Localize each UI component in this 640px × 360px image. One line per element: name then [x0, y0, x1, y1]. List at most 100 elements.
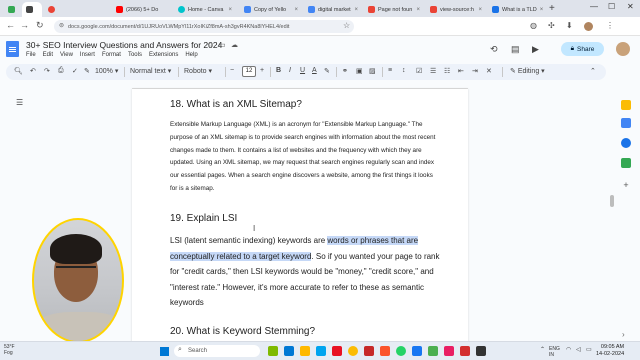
browser-tab[interactable]: Page not foun ×: [364, 2, 424, 17]
menu-extensions[interactable]: Extensions: [149, 52, 178, 58]
extension-icon[interactable]: ◍: [530, 21, 537, 30]
keep-icon[interactable]: [621, 100, 631, 110]
site-info-icon[interactable]: ⊜: [59, 22, 64, 29]
zoom-select[interactable]: 100% ▾: [95, 67, 118, 75]
close-tab-icon[interactable]: ×: [294, 7, 298, 13]
redo-icon[interactable]: ↷: [44, 67, 50, 75]
add-comment-icon[interactable]: ▣: [356, 67, 363, 75]
close-tab-icon[interactable]: ×: [228, 7, 232, 13]
file-explorer-icon[interactable]: [300, 346, 310, 356]
browser-tab[interactable]: digital market ×: [304, 2, 362, 17]
browser-tab[interactable]: What is a TLD ×: [488, 2, 546, 17]
font-size-input[interactable]: 12: [242, 66, 256, 77]
menu-format[interactable]: Format: [102, 52, 121, 58]
paint-format-icon[interactable]: ✎: [84, 67, 90, 75]
language-indicator[interactable]: ENG IN: [549, 346, 560, 358]
contacts-icon[interactable]: [621, 138, 631, 148]
taskbar-app-icon[interactable]: [284, 346, 294, 356]
menu-help[interactable]: Help: [185, 52, 197, 58]
brave-icon[interactable]: [380, 346, 390, 356]
editing-mode-select[interactable]: ✎ Editing ▾: [510, 67, 545, 75]
insert-image-icon[interactable]: ▨: [369, 67, 376, 75]
taskbar-app-icon[interactable]: [332, 346, 342, 356]
browser-tab[interactable]: Copy of Yello ×: [240, 2, 302, 17]
whatsapp-icon[interactable]: [396, 346, 406, 356]
increase-indent-icon[interactable]: ⇥: [472, 67, 478, 75]
google-docs-logo-icon[interactable]: [6, 41, 19, 57]
chrome-icon[interactable]: [348, 346, 358, 356]
weather-widget[interactable]: 53°F Fog: [4, 344, 15, 356]
print-icon[interactable]: ⎙: [58, 67, 64, 75]
decrease-indent-icon[interactable]: ⇤: [458, 67, 464, 75]
taskbar-search[interactable]: ⌕ Search: [174, 345, 260, 357]
italic-icon[interactable]: I: [289, 67, 291, 74]
browser-tab[interactable]: (2066) 5+ Do: [112, 2, 168, 17]
bold-icon[interactable]: B: [276, 67, 281, 74]
tasks-icon[interactable]: [621, 118, 631, 128]
numbered-list-icon[interactable]: ☷: [444, 67, 450, 75]
volume-icon[interactable]: ◁: [576, 346, 581, 353]
font-select[interactable]: Roboto ▾: [184, 67, 212, 75]
taskbar-app-icon[interactable]: [444, 346, 454, 356]
forward-icon[interactable]: →: [20, 20, 29, 30]
undo-icon[interactable]: ↶: [30, 67, 36, 75]
close-tab-icon[interactable]: ×: [478, 7, 482, 13]
close-tab-icon[interactable]: ×: [416, 7, 420, 13]
menu-file[interactable]: File: [26, 52, 36, 58]
line-spacing-icon[interactable]: ↕: [402, 67, 406, 74]
edge-icon[interactable]: [316, 346, 326, 356]
align-icon[interactable]: ≡: [388, 67, 392, 74]
address-bar[interactable]: ⊜ docs.google.com/document/d/1UJRUoVLWMp…: [54, 20, 354, 33]
decrease-font-icon[interactable]: −: [230, 67, 234, 74]
taskbar-app-icon[interactable]: [476, 346, 486, 356]
clear-formatting-icon[interactable]: ✕: [486, 67, 492, 75]
hide-menus-icon[interactable]: ⌃: [590, 67, 596, 75]
bookmark-star-icon[interactable]: ☆: [343, 21, 350, 30]
wifi-icon[interactable]: ◠: [566, 346, 571, 353]
comments-icon[interactable]: ▤: [511, 44, 520, 55]
cloud-saved-icon[interactable]: ☁: [231, 41, 238, 49]
back-icon[interactable]: ←: [6, 20, 15, 30]
browser-tab[interactable]: Home - Canva ×: [174, 2, 236, 17]
add-on-plus-icon[interactable]: +: [621, 180, 631, 190]
menu-view[interactable]: View: [60, 52, 73, 58]
show-side-panel-icon[interactable]: ›: [622, 330, 625, 339]
taskbar-app-icon[interactable]: [364, 346, 374, 356]
profile-avatar[interactable]: [584, 22, 593, 31]
scrollbar[interactable]: [610, 195, 614, 207]
system-clock[interactable]: 09:05 AM 14-02-2024: [596, 344, 624, 358]
style-select[interactable]: Normal text ▾: [130, 67, 171, 75]
underline-icon[interactable]: U: [300, 67, 305, 74]
close-tab-icon[interactable]: ×: [540, 7, 544, 13]
bulleted-list-icon[interactable]: ☰: [430, 67, 436, 75]
maps-icon[interactable]: [621, 158, 631, 168]
battery-icon[interactable]: ▭: [586, 346, 592, 353]
document-title[interactable]: 30+ SEO Interview Questions and Answers …: [26, 40, 222, 50]
menu-tools[interactable]: Tools: [128, 52, 142, 58]
chrome-menu-icon[interactable]: ⋮: [606, 21, 614, 30]
spellcheck-icon[interactable]: ✓: [72, 67, 78, 75]
taskbar-app-icon[interactable]: [460, 346, 470, 356]
reload-icon[interactable]: ↻: [36, 20, 44, 31]
close-window-icon[interactable]: ✕: [627, 2, 634, 11]
taskbar-app-icon[interactable]: [412, 346, 422, 356]
menu-insert[interactable]: Insert: [80, 52, 95, 58]
document-outline-icon[interactable]: ☰: [16, 98, 23, 107]
version-history-icon[interactable]: ⟲: [490, 44, 498, 55]
increase-font-icon[interactable]: +: [260, 67, 264, 74]
browser-tab[interactable]: view-source:h ×: [426, 2, 486, 17]
new-tab-icon[interactable]: +: [549, 3, 555, 14]
menu-edit[interactable]: Edit: [43, 52, 53, 58]
extensions-puzzle-icon[interactable]: ✣: [548, 21, 555, 30]
show-hidden-icons-icon[interactable]: ⌃: [540, 346, 545, 353]
checklist-icon[interactable]: ☑: [416, 67, 422, 75]
move-folder-icon[interactable]: ▭: [219, 41, 226, 49]
windows-start-icon[interactable]: [160, 347, 169, 356]
star-icon[interactable]: ☆: [207, 41, 213, 49]
taskbar-app-icon[interactable]: [428, 346, 438, 356]
account-avatar[interactable]: [616, 42, 630, 56]
search-menus-icon[interactable]: 🔍︎: [14, 67, 23, 75]
share-button[interactable]: 🔒︎ Share: [561, 42, 604, 56]
taskbar-app-icon[interactable]: [268, 346, 278, 356]
maximize-icon[interactable]: ☐: [608, 2, 615, 11]
